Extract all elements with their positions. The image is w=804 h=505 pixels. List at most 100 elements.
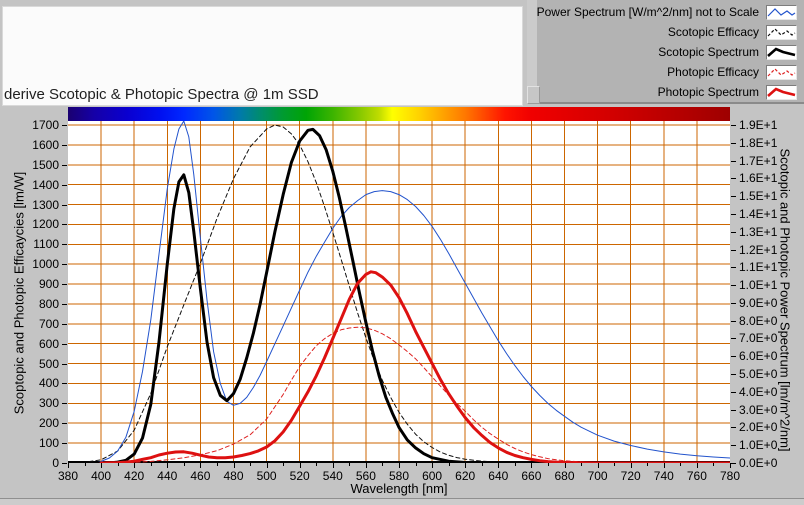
left-axis-title: Scoptopic and Photopic Efficaycies [lm/W… <box>11 171 27 415</box>
legend-label: Photopic Efficacy <box>667 65 759 79</box>
left-tick-label: 1500 <box>32 157 59 172</box>
right-tick <box>731 249 736 251</box>
left-tick <box>62 144 67 146</box>
x-minor-tick <box>614 463 616 466</box>
legend-label: Photopic Spectrum <box>657 85 759 99</box>
x-tick <box>564 463 566 468</box>
right-tick <box>731 409 736 411</box>
left-tick-label: 500 <box>38 356 59 371</box>
right-tick-label: 7.0E+0 <box>739 331 778 346</box>
power-spectrum-line-swatch[interactable] <box>766 4 797 20</box>
x-tick-label: 380 <box>57 469 79 483</box>
photopic-efficacy-line-swatch[interactable] <box>766 64 797 80</box>
left-tick <box>62 403 67 405</box>
right-tick-label: 9.0E+0 <box>739 295 778 310</box>
legend-item-scotopic-efficacy[interactable]: Scotopic Efficacy <box>537 22 804 42</box>
right-tick-label: 1.3E+1 <box>739 224 778 239</box>
x-tick-label: 660 <box>521 469 542 483</box>
x-tick <box>498 463 500 468</box>
x-tick <box>730 463 731 468</box>
x-tick <box>365 463 367 468</box>
left-tick-label: 800 <box>38 296 59 311</box>
left-tick <box>62 204 67 206</box>
left-tick-label: 1700 <box>32 118 59 132</box>
left-tick-label: 1600 <box>32 137 59 152</box>
right-tick <box>731 374 736 376</box>
x-minor-tick <box>84 463 86 466</box>
right-tick <box>731 196 736 198</box>
x-minor-tick <box>316 463 318 466</box>
legend-item-power-spectrum[interactable]: Power Spectrum [W/m^2/nm] not to Scale <box>537 2 804 22</box>
x-minor-tick <box>150 463 152 466</box>
x-tick <box>597 463 599 468</box>
right-tick-label: 1.4E+1 <box>739 206 778 221</box>
left-tick-label: 200 <box>38 416 59 431</box>
left-tick-label: 700 <box>38 316 59 331</box>
left-tick-label: 900 <box>38 277 59 292</box>
x-tick <box>266 463 268 468</box>
x-tick <box>663 463 665 468</box>
legend-label: Power Spectrum [W/m^2/nm] not to Scale <box>536 5 759 19</box>
plot-legend: Power Spectrum [W/m^2/nm] not to Scale S… <box>527 0 804 104</box>
right-tick-label: 1.6E+1 <box>739 171 778 186</box>
left-tick <box>62 443 67 445</box>
x-tick <box>134 463 136 468</box>
plot-area[interactable] <box>68 121 730 463</box>
x-minor-tick <box>547 463 549 466</box>
photopic-spectrum-line-swatch[interactable] <box>766 84 797 100</box>
legend-item-photopic-spectrum[interactable]: Photopic Spectrum <box>537 82 804 102</box>
right-tick <box>731 338 736 340</box>
x-minor-tick <box>448 463 450 466</box>
left-tick-label: 1200 <box>32 217 59 232</box>
x-tick-label: 600 <box>422 469 443 483</box>
left-tick-label: 1300 <box>32 197 59 212</box>
left-tick-label: 0 <box>52 456 59 470</box>
right-tick <box>731 463 736 464</box>
x-tick-label: 680 <box>554 469 575 483</box>
right-tick <box>731 302 736 304</box>
right-tick <box>731 213 736 215</box>
panel-bottom-edge <box>0 498 804 505</box>
x-tick-label: 640 <box>488 469 509 483</box>
legend-label: Scotopic Efficacy <box>667 25 759 39</box>
x-tick-label: 580 <box>388 469 410 483</box>
left-tick <box>62 184 67 186</box>
left-tick <box>62 125 67 126</box>
right-tick <box>731 391 736 393</box>
left-tick <box>62 224 67 226</box>
x-tick <box>101 463 103 468</box>
left-tick-label: 1400 <box>32 177 59 192</box>
left-tick <box>62 383 67 385</box>
right-tick <box>731 160 736 162</box>
right-tick-label: 1.0E+1 <box>739 278 778 293</box>
legend-item-photopic-efficacy[interactable]: Photopic Efficacy <box>537 62 804 82</box>
x-tick-label: 420 <box>124 469 145 483</box>
x-tick-label: 460 <box>190 469 211 483</box>
x-tick-label: 480 <box>223 469 244 483</box>
x-minor-tick <box>581 463 583 466</box>
x-minor-tick <box>382 463 384 466</box>
right-tick-label: 0.0E+0 <box>739 456 778 470</box>
left-tick <box>62 343 67 345</box>
legend-item-scotopic-spectrum[interactable]: Scotopic Spectrum <box>537 42 804 62</box>
right-tick <box>731 178 736 180</box>
right-tick-label: 8.0E+0 <box>739 313 778 328</box>
right-tick-label: 1.7E+1 <box>739 153 778 168</box>
right-tick-label: 6.0E+0 <box>739 349 778 364</box>
x-tick-label: 440 <box>157 469 178 483</box>
x-tick <box>299 463 301 468</box>
scotopic-efficacy-line-swatch[interactable] <box>766 24 797 40</box>
scotopic-spectrum-line-swatch[interactable] <box>766 44 797 60</box>
x-minor-tick <box>481 463 483 466</box>
x-minor-tick <box>713 463 715 466</box>
left-tick-label: 1100 <box>33 237 59 252</box>
right-tick <box>731 125 736 126</box>
left-tick <box>62 264 67 266</box>
x-tick <box>233 463 235 468</box>
left-tick <box>62 303 67 305</box>
x-tick-label: 400 <box>91 469 112 483</box>
left-tick-label: 600 <box>38 336 59 351</box>
right-tick-label: 4.0E+0 <box>739 384 778 399</box>
left-tick <box>62 323 67 325</box>
legend-label: Scotopic Spectrum <box>658 45 759 59</box>
